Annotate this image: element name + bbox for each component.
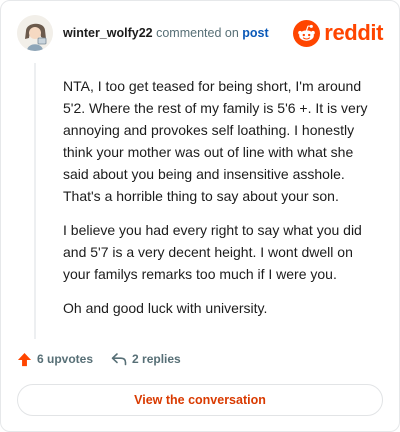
reddit-logo[interactable]: reddit xyxy=(293,19,383,47)
username[interactable]: winter_wolfy22 xyxy=(63,26,153,40)
comment-card: winter_wolfy22 commented on post reddit … xyxy=(0,0,400,432)
view-conversation-button[interactable]: View the conversation xyxy=(17,384,383,416)
reply-count: 2 replies xyxy=(132,352,181,366)
user-avatar[interactable] xyxy=(17,15,53,51)
comment-paragraph: I believe you had every right to say wha… xyxy=(63,222,362,282)
reddit-wordmark: reddit xyxy=(324,20,383,45)
reddit-snoo-icon xyxy=(293,19,321,47)
comment-paragraph: NTA, I too get teased for being short, I… xyxy=(63,78,368,204)
comment-paragraph: Oh and good luck with university. xyxy=(63,300,268,316)
upvote-button[interactable]: 6 upvotes xyxy=(17,352,93,367)
comment-body: NTA, I too get teased for being short, I… xyxy=(63,75,379,331)
upvote-count: 6 upvotes xyxy=(37,352,94,366)
reply-arrow-icon xyxy=(111,353,127,366)
comment-meta: winter_wolfy22 commented on post xyxy=(63,26,269,40)
post-link[interactable]: post xyxy=(242,26,268,40)
upvote-arrow-icon xyxy=(17,352,32,366)
thread-line xyxy=(34,63,36,339)
comment-header: winter_wolfy22 commented on post reddit xyxy=(17,15,383,51)
avatar-image xyxy=(17,15,53,51)
action-text: commented on xyxy=(156,26,239,40)
replies-button[interactable]: 2 replies xyxy=(111,352,181,366)
comment-actions: 6 upvotes 2 replies xyxy=(17,348,181,370)
